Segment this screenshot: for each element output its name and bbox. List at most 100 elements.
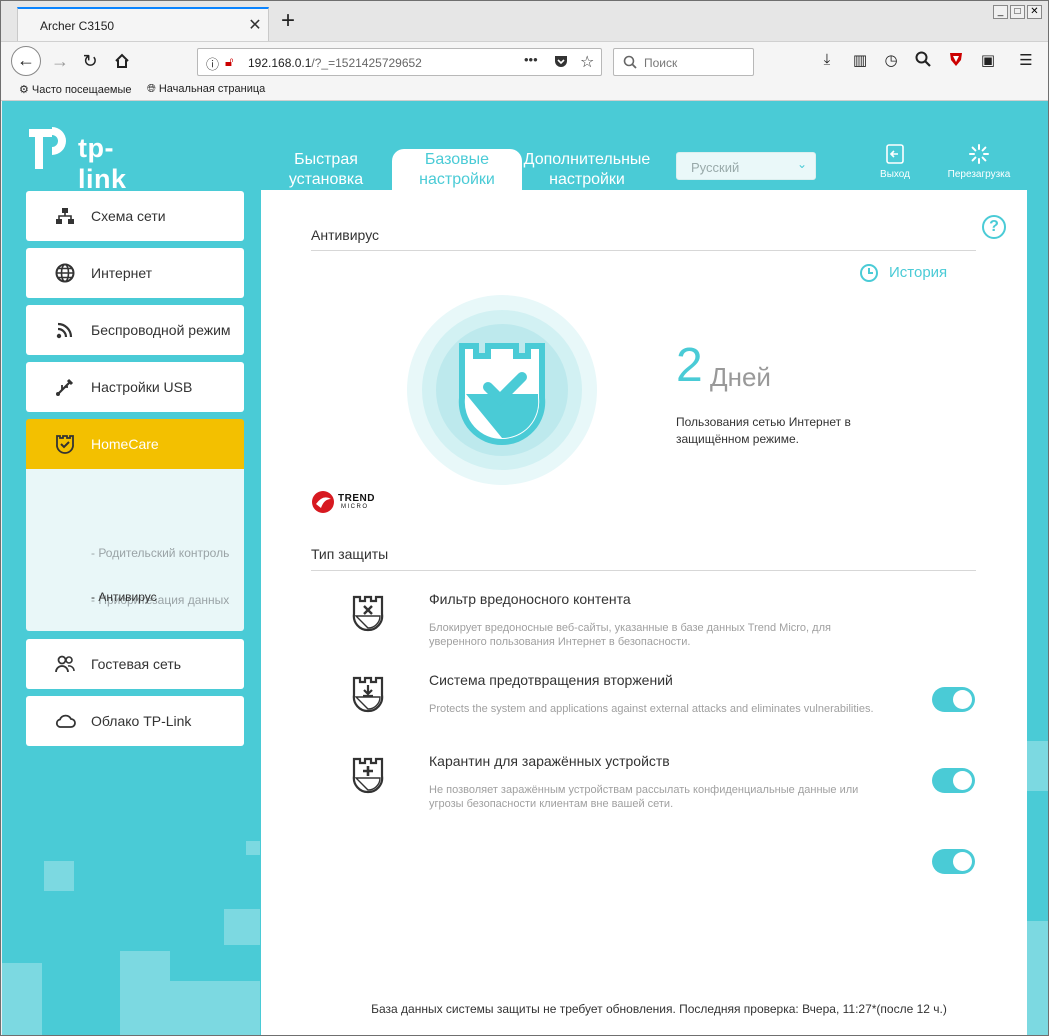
protection-days-description: Пользования сетью Интернет в защищённом … <box>676 415 851 446</box>
clock-icon <box>860 264 878 282</box>
page-actions-icon[interactable]: ••• <box>524 52 538 67</box>
deco-square <box>44 861 74 891</box>
search-bar[interactable]: Поиск <box>613 48 754 76</box>
sidebar-item-label: Облако TP-Link <box>91 713 192 729</box>
router-page: tp-link Быстрая установка Базовые настройк… <box>2 101 1048 1035</box>
quarantine-toggle[interactable] <box>932 849 975 874</box>
sidebar-item-wireless[interactable]: Беспроводной режим <box>26 305 244 355</box>
sidebar-item-label: Схема сети <box>91 208 166 224</box>
sidebar-item-label: Беспроводной режим <box>91 322 231 338</box>
homecare-shield-icon <box>56 435 74 454</box>
browser-window: Archer C3150 ✕ + _ □ ✕ ← → ↻ ⓘ 🔓︎ 192.16… <box>0 0 1049 1036</box>
minimize-button[interactable]: _ <box>993 5 1008 19</box>
main-content: Антивирус ? История 2 Дней Пользования с… <box>261 190 1027 1035</box>
browser-tab[interactable]: Archer C3150 ✕ <box>17 7 269 41</box>
search-icon <box>623 55 637 69</box>
history-link[interactable]: История <box>860 264 947 282</box>
home-icon <box>115 53 129 68</box>
section-protection-type: Тип защиты <box>311 546 389 562</box>
pocket-icon[interactable] <box>554 54 568 71</box>
divider <box>311 250 976 251</box>
trend-micro-logo: TREND MICRO <box>311 490 374 519</box>
sidebar-item-internet[interactable]: Интернет <box>26 248 244 298</box>
feature-description: Protects the system and applications aga… <box>429 703 874 715</box>
help-icon[interactable]: ? <box>982 215 1006 239</box>
reboot-button[interactable]: Перезагрузка <box>942 143 1016 180</box>
sidebar-item-usb[interactable]: Настройки USB <box>26 362 244 412</box>
close-window-button[interactable]: ✕ <box>1027 5 1042 19</box>
downloads-icon[interactable]: ⤓ <box>816 51 838 68</box>
guest-users-icon <box>55 655 75 673</box>
history-clock-icon[interactable]: ◷ <box>880 51 902 69</box>
tab-title: Archer C3150 <box>40 19 115 33</box>
zoom-icon[interactable] <box>912 51 934 71</box>
logout-button[interactable]: Выход <box>873 143 917 180</box>
tab-quick-setup[interactable]: Быстрая установка <box>283 150 369 190</box>
globe-icon <box>55 263 75 283</box>
deco-square <box>246 841 260 855</box>
logout-icon <box>886 144 904 164</box>
bookmark-star-icon[interactable]: ☆ <box>580 52 594 72</box>
sidebar-icon[interactable]: ▣ <box>977 51 999 69</box>
deco-square <box>224 909 260 945</box>
deco-square <box>1027 741 1048 791</box>
protection-days-value: 2 <box>676 339 703 392</box>
tp-link-logo: tp-link <box>26 123 126 194</box>
url-text[interactable]: 192.168.0.1/?_=1521425729652 <box>248 56 422 70</box>
bookmark-most-visited[interactable]: ⚙ Часто посещаемые <box>19 83 132 96</box>
usb-icon <box>56 378 74 396</box>
submenu-parental-control[interactable]: - Родительский контроль <box>91 546 229 560</box>
chevron-down-icon: ⌄ <box>796 157 807 171</box>
tp-link-logo-icon <box>29 127 66 169</box>
sidebar-item-label: HomeCare <box>91 436 159 452</box>
sidebar-item-label: Настройки USB <box>91 379 193 395</box>
tab-close-icon[interactable]: ✕ <box>246 15 264 35</box>
deco-square <box>1027 921 1048 1035</box>
malicious-filter-toggle[interactable] <box>932 687 975 712</box>
language-value: Русский <box>691 160 740 175</box>
deco-square <box>2 963 42 1035</box>
info-icon[interactable]: ⓘ <box>206 54 219 73</box>
sidebar-item-tp-link-cloud[interactable]: Облако TP-Link <box>26 696 244 746</box>
feature-title: Карантин для заражённых устройств <box>429 753 670 769</box>
insecure-lock-icon[interactable]: 🔓︎ <box>225 54 233 70</box>
database-status-note: База данных системы защиты не требует об… <box>371 1002 947 1016</box>
bookmark-start-page[interactable]: 🌐︎ Начальная страница <box>147 83 265 96</box>
feature-title: Система предотвращения вторжений <box>429 672 673 688</box>
cloud-icon <box>55 714 76 728</box>
sidebar-item-network-map[interactable]: Схема сети <box>26 191 244 241</box>
brand-name: tp-link <box>78 133 127 194</box>
submenu-antivirus[interactable]: - Антивирус <box>91 590 157 604</box>
quarantine-shield-icon <box>352 757 384 794</box>
ublock-shield-icon[interactable] <box>945 51 967 71</box>
network-map-icon <box>56 208 74 224</box>
reboot-icon <box>969 144 989 164</box>
deco-square <box>170 981 260 1035</box>
reload-button[interactable]: ↻ <box>75 46 105 76</box>
sidebar-item-guest-network[interactable]: Гостевая сеть <box>26 639 244 689</box>
page-title: Антивирус <box>311 227 380 243</box>
sidebar-item-label: Интернет <box>91 265 153 281</box>
trend-micro-icon <box>312 491 334 513</box>
tab-advanced-settings[interactable]: Дополнительные настройки <box>522 150 652 190</box>
home-button[interactable] <box>107 46 137 76</box>
feature-description: Не позволяет заражённым устройствам расс… <box>429 784 859 810</box>
bookmarks-bar: ⚙ Часто посещаемые 🌐︎ Начальная страница <box>1 81 1048 101</box>
intrusion-prevention-toggle[interactable] <box>932 768 975 793</box>
forward-button[interactable]: → <box>45 46 75 76</box>
url-bar[interactable]: ⓘ 🔓︎ 192.168.0.1/?_=1521425729652 ••• ☆ <box>197 48 602 76</box>
homecare-submenu: - Родительский контроль - Приоритезация … <box>26 469 244 631</box>
language-select[interactable]: Русский ⌄ <box>676 152 816 180</box>
tab-basic-settings[interactable]: Базовые настройки <box>392 149 522 191</box>
search-input[interactable]: Поиск <box>644 56 677 70</box>
feature-title: Фильтр вредоносного контента <box>429 591 631 607</box>
new-tab-button[interactable]: + <box>276 9 300 33</box>
menu-icon[interactable]: ☰ <box>1015 51 1037 69</box>
back-button[interactable]: ← <box>11 46 41 76</box>
sidebar-item-homecare[interactable]: HomeCare <box>26 419 244 469</box>
protection-days-unit: Дней <box>710 362 771 392</box>
intrusion-prevention-shield-icon <box>352 676 384 713</box>
title-bar: Archer C3150 ✕ + _ □ ✕ <box>1 1 1048 41</box>
maximize-button[interactable]: □ <box>1010 5 1025 19</box>
library-icon[interactable]: ▥ <box>849 51 871 69</box>
